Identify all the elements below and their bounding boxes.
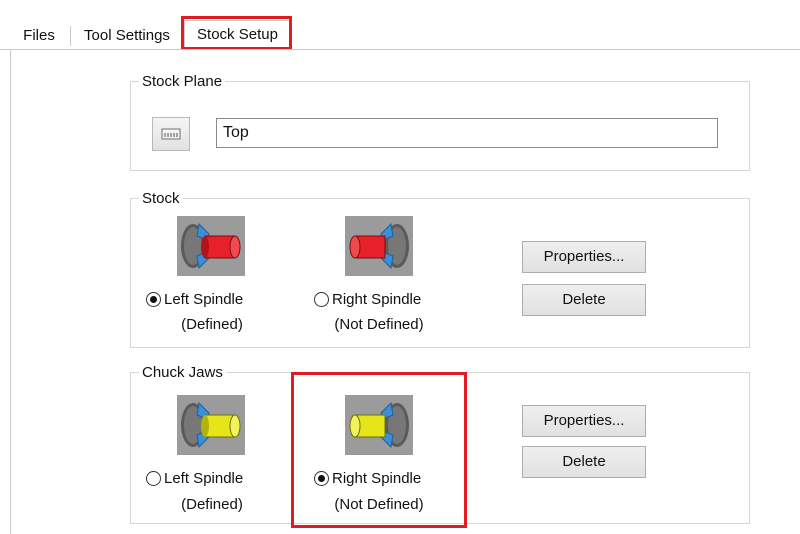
stock-plane-group-label: Stock Plane (142, 73, 223, 90)
stock-left-spindle-option[interactable]: Left Spindle (146, 288, 243, 310)
stock-left-spindle-label: Left Spindle (164, 290, 244, 308)
stock-group-label: Stock (142, 190, 180, 207)
stock-properties-button[interactable]: Properties... (522, 241, 646, 273)
tab-strip: Files Tool Settings Stock Setup (0, 0, 800, 52)
stock-left-spindle-image (177, 216, 245, 276)
chuck-left-spindle-status: (Defined) (181, 496, 243, 513)
stock-left-spindle-icon (181, 222, 241, 270)
chuck-left-spindle-image (177, 395, 245, 455)
stock-right-spindle-option[interactable]: Right Spindle (314, 288, 421, 310)
chuck-left-spindle-radio[interactable] (146, 470, 161, 486)
tab-highlight-box (181, 16, 292, 50)
stock-right-spindle-icon (349, 222, 409, 270)
chuck-left-spindle-label: Left Spindle (164, 469, 244, 487)
tab-files[interactable]: Files (10, 22, 68, 50)
tab-separator (70, 26, 71, 46)
stock-right-spindle-radio[interactable] (314, 291, 329, 307)
plane-select-button[interactable] (152, 117, 190, 151)
plane-select-icon (161, 128, 181, 140)
stock-left-spindle-status: (Defined) (181, 316, 243, 333)
stock-right-spindle-label: Right Spindle (332, 290, 422, 308)
stock-left-spindle-radio[interactable] (146, 291, 161, 307)
chuck-delete-button[interactable]: Delete (522, 446, 646, 478)
chuck-left-spindle-option[interactable]: Left Spindle (146, 467, 243, 489)
tab-tool-settings[interactable]: Tool Settings (72, 22, 182, 50)
chuck-left-spindle-icon (181, 401, 241, 449)
chuck-properties-button[interactable]: Properties... (522, 405, 646, 437)
chuck-jaws-group-label: Chuck Jaws (142, 364, 223, 381)
stock-plane-field[interactable]: Top (216, 118, 718, 148)
stock-right-spindle-image (345, 216, 413, 276)
stock-delete-button[interactable]: Delete (522, 284, 646, 316)
chuck-right-spindle-highlight-box (291, 372, 467, 528)
stock-right-spindle-status: (Not Defined) (334, 316, 424, 333)
